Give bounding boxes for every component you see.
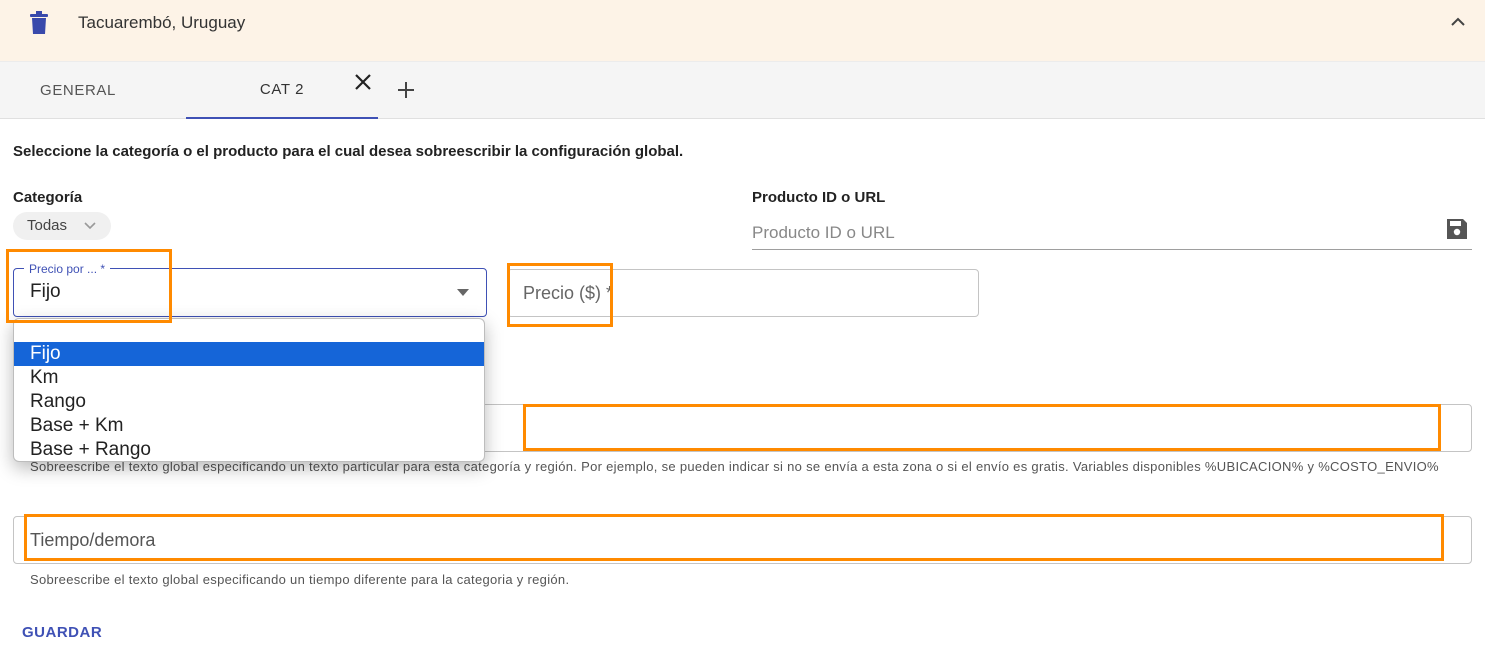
region-header[interactable]: Tacuarembó, Uruguay — [0, 0, 1485, 62]
product-label: Producto ID o URL — [752, 189, 886, 206]
category-label: Categoría — [13, 189, 83, 206]
chevron-down-icon — [84, 222, 96, 230]
tab-cat-2[interactable]: CAT 2 — [186, 62, 378, 119]
chevron-up-icon[interactable] — [1448, 12, 1468, 32]
dropdown-arrow-icon — [457, 289, 469, 296]
price-per-label: Precio por ... * — [24, 262, 111, 276]
tab-label: CAT 2 — [259, 81, 305, 98]
dropdown-option[interactable]: Fijo — [14, 342, 484, 366]
price-per-dropdown: Fijo Km Rango Base + Km Base + Rango — [13, 318, 485, 462]
price-input[interactable]: Precio ($) * — [507, 269, 979, 317]
tabs-bar: GENERAL CAT 2 — [0, 62, 1485, 119]
price-placeholder: Precio ($) * — [523, 283, 614, 303]
tab-label: GENERAL — [40, 82, 116, 99]
time-input[interactable]: Tiempo/demora — [13, 516, 1472, 564]
tab-general[interactable]: GENERAL — [0, 62, 156, 119]
dropdown-option[interactable]: Base + Km — [14, 414, 484, 438]
price-per-value: Fijo — [30, 281, 61, 302]
dropdown-option[interactable]: Base + Rango — [14, 438, 484, 462]
close-icon[interactable] — [353, 72, 373, 92]
trash-icon[interactable] — [29, 11, 49, 35]
save-button[interactable]: GUARDAR — [22, 624, 102, 641]
dropdown-option[interactable]: Km — [14, 366, 484, 390]
instructions-text: Seleccione la categoría o el producto pa… — [13, 143, 684, 160]
plus-icon[interactable] — [396, 80, 416, 100]
region-title: Tacuarembó, Uruguay — [78, 13, 246, 32]
category-value: Todas — [27, 217, 68, 234]
time-helper: Sobreescribe el texto global especifican… — [30, 572, 570, 587]
floppy-disk-icon[interactable] — [1446, 218, 1468, 240]
product-input[interactable] — [752, 216, 1472, 250]
dropdown-option[interactable]: Rango — [14, 390, 484, 414]
time-placeholder: Tiempo/demora — [30, 530, 156, 550]
